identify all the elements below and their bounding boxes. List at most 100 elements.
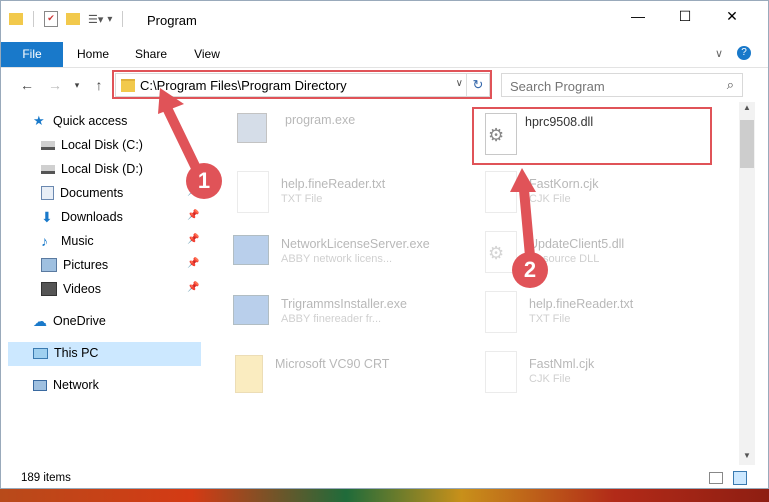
program-exe-icon <box>231 109 271 157</box>
tab-home[interactable]: Home <box>69 42 117 67</box>
pin-icon[interactable]: 📌 <box>187 258 199 269</box>
new-folder-icon[interactable] <box>66 13 80 25</box>
sidebar-item-local-disk-c[interactable]: Local Disk (C:) <box>41 134 143 156</box>
minimize-icon: — <box>631 8 645 24</box>
videos-icon <box>41 282 57 296</box>
drive-icon <box>41 164 55 174</box>
sidebar-item-label: Local Disk (C:) <box>61 138 143 152</box>
file-name: FastNml.cjk <box>529 357 595 371</box>
file-name: NetworkLicenseServer.exe <box>281 237 430 251</box>
sidebar-item-onedrive[interactable]: ☁ OneDrive <box>33 310 106 332</box>
item-count: 189 items <box>21 472 71 484</box>
forward-button[interactable]: → <box>45 75 65 95</box>
chevron-down-icon: ▾ <box>74 79 80 90</box>
gear-icon: ⚙ <box>488 243 505 263</box>
file-item[interactable]: FastNml.cjk CJK File <box>479 349 699 405</box>
step-one-callout: 1 <box>186 163 222 199</box>
file-item[interactable]: NetworkLicenseServer.exe ABBY network li… <box>231 229 451 285</box>
pin-icon[interactable]: 📌 <box>187 282 199 293</box>
help-icon[interactable]: ? <box>737 46 751 60</box>
exe-file-icon <box>231 229 271 277</box>
scroll-up-icon[interactable]: ▲ <box>743 103 751 112</box>
status-bar: 189 items <box>1 468 768 488</box>
file-type: ABBY network licens... <box>281 253 393 265</box>
sidebar-item-network[interactable]: Network <box>33 374 99 396</box>
sidebar-item-label: Videos <box>63 282 101 296</box>
music-icon: ♪ <box>41 233 48 249</box>
vertical-scrollbar[interactable]: ▲ ▼ <box>739 102 755 465</box>
file-item[interactable]: ⚙ UpdateClient5.dll Resource DLL <box>479 229 699 285</box>
sidebar-item-label: Quick access <box>53 114 128 128</box>
ribbon-expand-icon[interactable]: ∨ <box>715 47 723 60</box>
download-icon: ⬇ <box>41 209 53 225</box>
title-bar: ✔ ☰▾ ▾ Program — ☐ ✕ <box>1 1 768 40</box>
file-item[interactable]: TrigrammsInstaller.exe ABBY finereader f… <box>231 289 451 345</box>
file-name: FastKorn.cjk <box>529 177 599 191</box>
sidebar-item-label: Network <box>53 378 99 392</box>
maximize-button[interactable]: ☐ <box>662 1 708 31</box>
drive-icon <box>41 140 55 150</box>
search-input[interactable] <box>508 77 712 95</box>
large-icons-view-icon[interactable] <box>733 471 747 485</box>
file-item[interactable]: program.exe <box>231 109 451 165</box>
ribbon: File Home Share View ∨ ? <box>1 42 768 68</box>
search-icon: ⌕ <box>726 77 734 92</box>
navigation-pane: ★ Quick access Local Disk (C:) Local Dis… <box>1 105 203 465</box>
scroll-down-icon[interactable]: ▼ <box>743 451 751 460</box>
details-view-icon[interactable] <box>709 472 723 484</box>
back-button[interactable]: ← <box>17 75 37 95</box>
up-button[interactable]: ↑ <box>89 75 109 95</box>
file-name: help.fineReader.txt <box>281 177 386 191</box>
sidebar-item-local-disk-d[interactable]: Local Disk (D:) <box>41 158 143 180</box>
documents-icon <box>41 186 54 200</box>
tab-view[interactable]: View <box>183 42 231 67</box>
maximize-icon: ☐ <box>678 7 692 24</box>
tab-file[interactable]: File <box>1 42 63 67</box>
sidebar-item-label: Downloads <box>61 210 123 224</box>
generic-file-icon <box>479 169 519 217</box>
sidebar-item-this-pc[interactable]: This PC <box>33 342 98 364</box>
close-button[interactable]: ✕ <box>709 1 755 31</box>
file-item[interactable]: Microsoft VC90 CRT <box>231 349 451 405</box>
file-name: help.fineReader.txt <box>529 297 634 311</box>
scrollbar-thumb[interactable] <box>740 120 754 168</box>
sidebar-item-documents[interactable]: Documents <box>41 182 123 204</box>
customize-toolbar-icon[interactable]: ☰▾ <box>88 13 103 26</box>
sidebar-item-quick-access[interactable]: ★ Quick access <box>33 110 127 132</box>
sidebar-item-pictures[interactable]: Pictures <box>41 254 108 276</box>
properties-icon[interactable]: ✔ <box>44 11 58 27</box>
file-type: TXT File <box>529 313 571 325</box>
window-title: Program <box>147 13 197 28</box>
sidebar-item-videos[interactable]: Videos <box>41 278 101 300</box>
star-icon: ★ <box>33 113 45 128</box>
toolbar-dropdown-icon[interactable]: ▾ <box>107 14 112 25</box>
file-item[interactable]: FastKorn.cjk CJK File <box>479 169 699 225</box>
sidebar-item-downloads[interactable]: ⬇ Downloads <box>41 206 123 228</box>
file-name: UpdateClient5.dll <box>529 237 625 251</box>
sidebar-item-label: Pictures <box>63 258 109 272</box>
file-type: CJK File <box>529 373 571 385</box>
file-type: CJK File <box>529 193 571 205</box>
pin-icon[interactable]: 📌 <box>187 234 199 245</box>
pictures-icon <box>41 258 57 272</box>
file-type: TXT File <box>281 193 323 205</box>
forward-arrow-icon: → <box>48 77 62 93</box>
file-item[interactable]: help.fineReader.txt TXT File <box>479 289 699 345</box>
folder-icon <box>9 13 23 25</box>
tab-share[interactable]: Share <box>127 42 175 67</box>
file-type: ABBY finereader fr... <box>281 313 382 325</box>
minimize-button[interactable]: — <box>615 1 661 31</box>
sidebar-item-music[interactable]: ♪ Music <box>41 230 94 252</box>
generic-file-icon <box>479 349 519 397</box>
pin-icon[interactable]: 📌 <box>187 210 199 221</box>
back-arrow-icon: ← <box>20 77 34 93</box>
search-box[interactable]: ⌕ <box>501 73 743 97</box>
file-name: program.exe <box>285 113 356 127</box>
folder-icon <box>231 349 271 397</box>
step-two-callout: 2 <box>512 252 548 288</box>
sidebar-item-label: Documents <box>60 186 124 200</box>
recent-locations-button[interactable]: ▾ <box>67 75 87 95</box>
computer-icon <box>33 347 48 359</box>
file-item[interactable]: help.fineReader.txt TXT File <box>231 169 451 225</box>
sidebar-item-label: Local Disk (D:) <box>61 162 143 176</box>
